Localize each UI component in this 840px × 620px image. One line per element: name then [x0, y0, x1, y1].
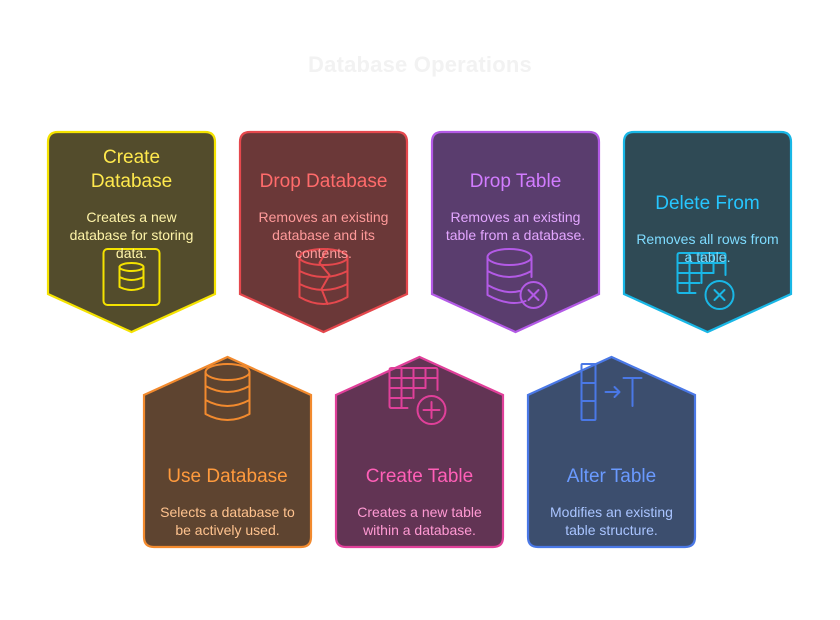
drop-database-card: Drop Database Removes an existing databas… — [240, 170, 407, 262]
alter-table-title: Alter Table — [566, 466, 657, 487]
alter-table-description: Modifies an existing table structure. — [550, 504, 673, 538]
alter-table-card: Alter Table Modifies an existing table st… — [528, 465, 695, 539]
create-table-card: Create Table Creates a new table within a… — [336, 465, 503, 539]
drop-database-description: Removes an existing database and its con… — [258, 209, 389, 261]
drop-table-description: Removes an existing table from a databas… — [445, 209, 586, 243]
create-table-title: Create Table — [365, 466, 474, 487]
drop-table-title: Drop Table — [469, 171, 562, 192]
use-database-card: Use Database Selects a database to be act… — [144, 465, 311, 539]
drop-table-card: Drop Table Removes an existing table from… — [432, 170, 599, 244]
create-database-card: Create Database Creates a new database fo… — [48, 146, 215, 262]
delete-from-card: Delete From Removes all rows from a table… — [624, 192, 791, 266]
use-database-description: Selects a database to be actively used. — [160, 504, 295, 538]
delete-from-title: Delete From — [655, 193, 760, 214]
create-database-title: Create Database — [90, 147, 173, 192]
create-database-description: Creates a new database for storing data. — [69, 209, 194, 261]
delete-from-description: Removes all rows from a table. — [636, 231, 779, 265]
use-database-title: Use Database — [167, 466, 288, 487]
create-table-description: Creates a new table within a database. — [357, 504, 482, 538]
drop-database-title: Drop Database — [259, 171, 388, 192]
